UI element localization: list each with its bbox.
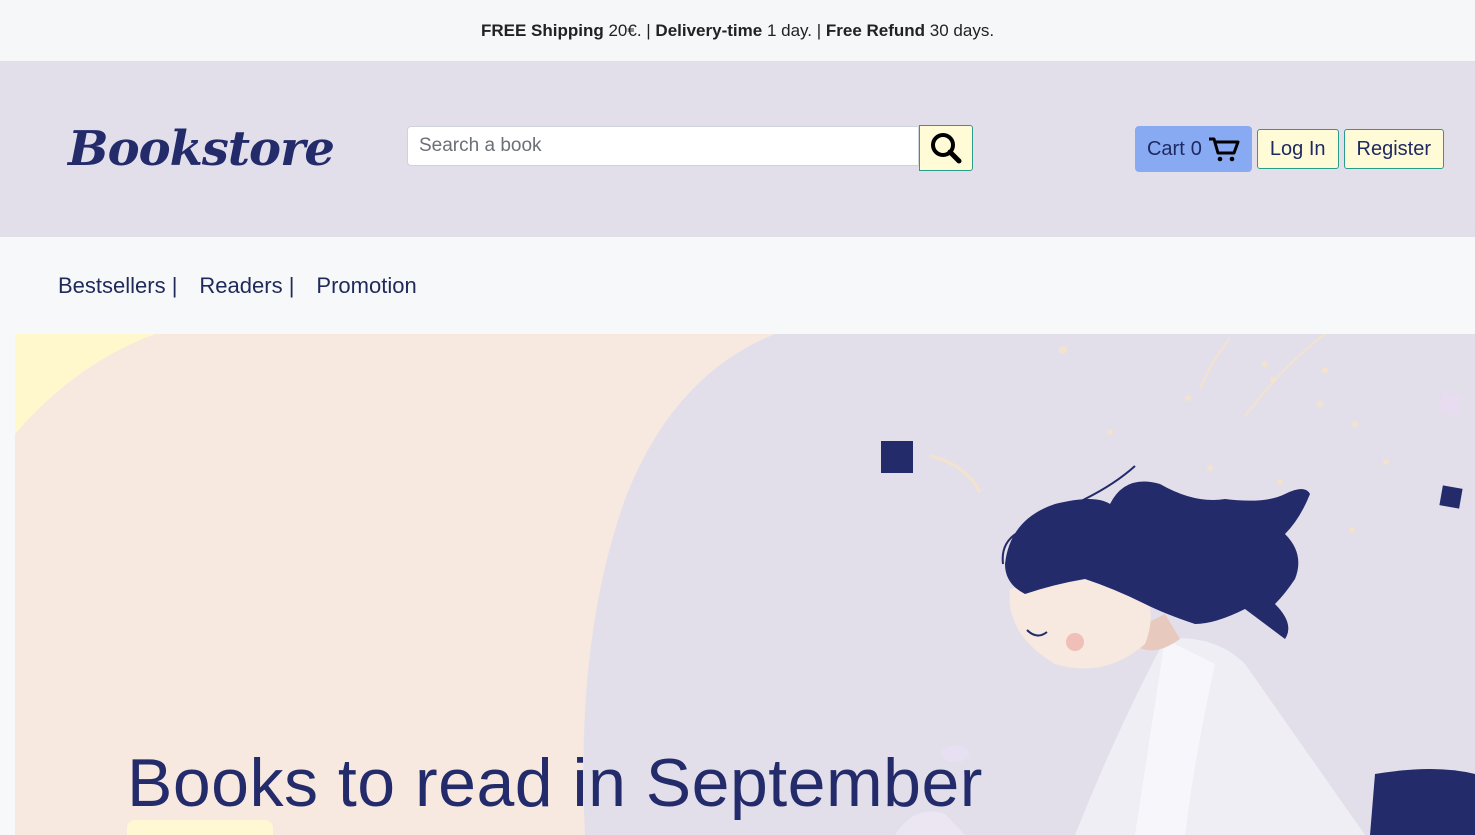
site-logo[interactable]: Bookstore xyxy=(68,121,335,177)
nav-item-bestsellers[interactable]: Bestsellers | xyxy=(58,273,177,299)
site-header: Bookstore Cart 0 Log In Register xyxy=(0,61,1475,237)
main-nav: Bestsellers | Readers | Promotion xyxy=(0,237,1475,334)
delivery-value: 1 day. xyxy=(766,20,812,40)
search-button[interactable] xyxy=(919,125,973,171)
search-bar xyxy=(407,125,973,172)
nav-item-promotion[interactable]: Promotion xyxy=(316,273,416,299)
refund-label: Free Refund xyxy=(825,20,926,40)
promo-bar: FREE Shipping 20€. | Delivery-time 1 day… xyxy=(0,0,1475,61)
cart-label: Cart xyxy=(1146,137,1185,160)
shipping-value: 20€. xyxy=(608,20,642,40)
cart-count: 0 xyxy=(1190,137,1202,160)
cart-button[interactable]: Cart 0 xyxy=(1134,126,1252,172)
search-icon xyxy=(931,133,962,164)
shipping-label: FREE Shipping xyxy=(480,20,604,40)
refund-value: 30 days. xyxy=(929,20,995,40)
hero-banner: Books to read in September xyxy=(15,334,1475,835)
register-button[interactable]: Register xyxy=(1343,129,1444,169)
login-button[interactable]: Log In xyxy=(1256,129,1339,169)
hero-cta-button[interactable] xyxy=(127,820,273,835)
hero-title: Books to read in September xyxy=(127,745,983,821)
cart-icon xyxy=(1208,137,1240,162)
nav-item-readers[interactable]: Readers | xyxy=(199,273,294,299)
header-actions: Cart 0 Log In Register xyxy=(1134,126,1444,172)
delivery-label: Delivery-time xyxy=(655,20,763,40)
search-input[interactable] xyxy=(407,126,919,166)
